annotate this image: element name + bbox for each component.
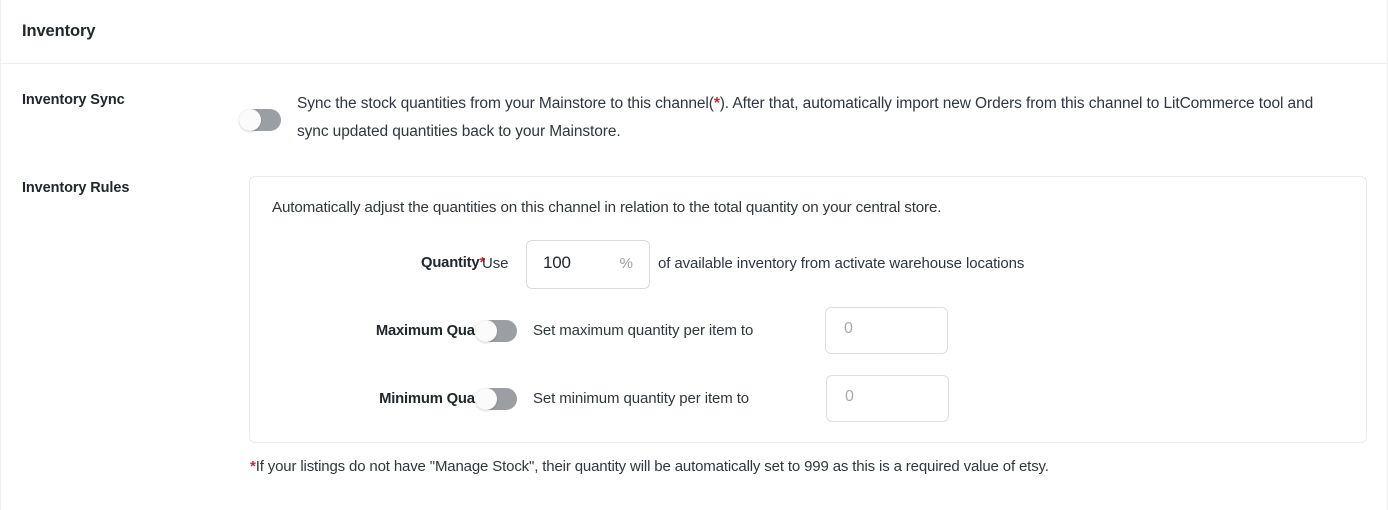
maximum-quantity-input[interactable]: 0	[825, 307, 948, 354]
minimum-quantity-input[interactable]: 0	[826, 375, 949, 422]
maximum-quantity-row: Maximum Quantity Set maximum quantity pe…	[250, 307, 1366, 357]
quantity-label-text: Quantity	[421, 255, 480, 271]
toggle-knob-icon	[475, 320, 497, 342]
inventory-footnote: *If your listings do not have "Manage St…	[250, 458, 1049, 475]
inventory-sync-description: Sync the stock quantities from your Main…	[297, 90, 1342, 146]
quantity-trailing-text: of available inventory from activate war…	[658, 255, 1025, 272]
inventory-rules-panel: Automatically adjust the quantities on t…	[249, 176, 1367, 443]
toggle-knob-icon	[475, 388, 497, 410]
toggle-knob-icon	[239, 109, 261, 131]
page-title: Inventory	[22, 22, 96, 40]
quantity-label: Quantity*	[421, 255, 485, 271]
inventory-rules-label: Inventory Rules	[22, 180, 130, 196]
quantity-percent-value: 100	[543, 253, 571, 272]
card-header: Inventory	[1, 0, 1387, 64]
inventory-settings-screen: Inventory Inventory Sync Sync the stock …	[0, 0, 1388, 510]
minimum-quantity-placeholder: 0	[845, 388, 854, 405]
inventory-card: Inventory Inventory Sync Sync the stock …	[0, 0, 1388, 510]
footnote-text: If your listings do not have "Manage Sto…	[255, 458, 1049, 475]
minimum-quantity-row: Minimum Quantity Set minimum quantity pe…	[250, 375, 1366, 425]
card-body: Inventory Sync Sync the stock quantities…	[1, 64, 1387, 510]
maximum-quantity-placeholder: 0	[844, 320, 853, 337]
quantity-prefix-text: Use	[482, 255, 509, 272]
inventory-sync-label: Inventory Sync	[22, 92, 125, 108]
sync-description-part1: Sync the stock quantities from your Main…	[297, 95, 714, 112]
minimum-quantity-toggle[interactable]	[475, 388, 517, 410]
inventory-sync-toggle[interactable]	[239, 109, 281, 131]
quantity-percent-input[interactable]: 100 %	[526, 240, 650, 289]
minimum-quantity-text: Set minimum quantity per item to	[533, 390, 750, 407]
inventory-rules-intro: Automatically adjust the quantities on t…	[272, 199, 942, 216]
maximum-quantity-toggle[interactable]	[475, 320, 517, 342]
percent-sign-icon: %	[619, 255, 633, 272]
quantity-row: Quantity* Use 100 % of available invento…	[250, 240, 1366, 289]
maximum-quantity-text: Set maximum quantity per item to	[533, 322, 754, 339]
